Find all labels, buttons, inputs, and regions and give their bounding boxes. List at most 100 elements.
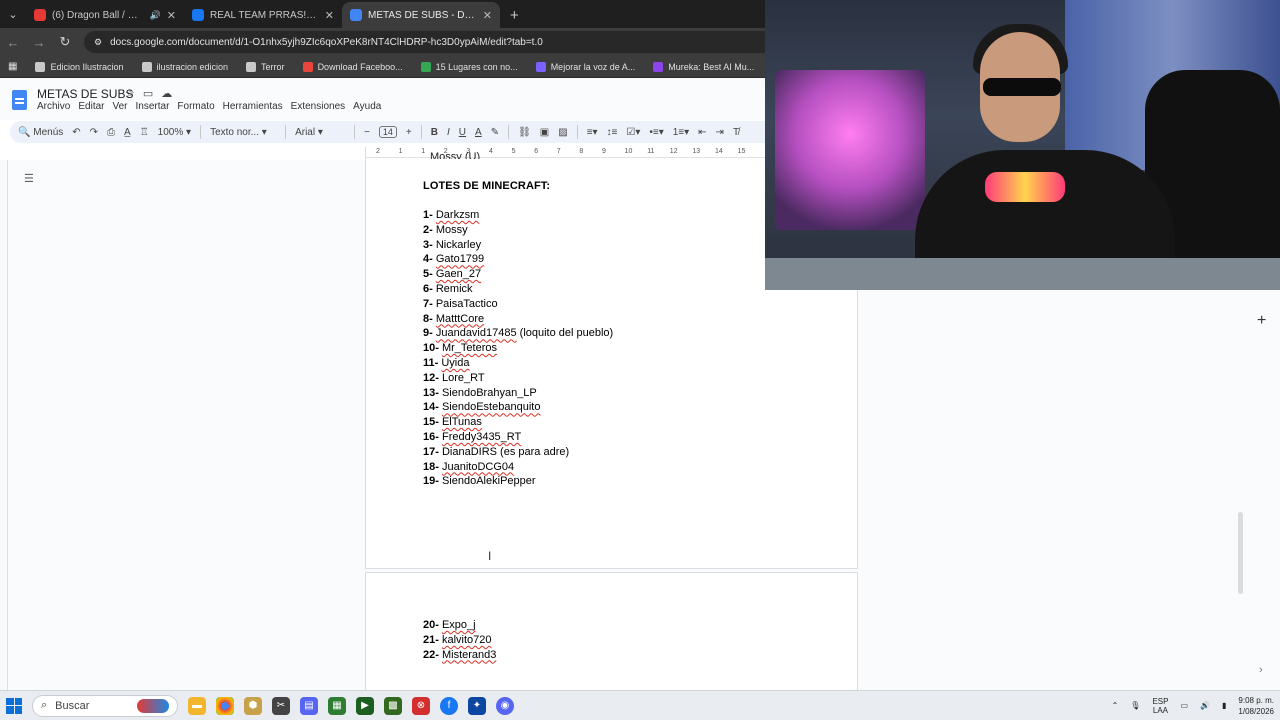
list-item[interactable]: 18- JuanitoDCG04 [423, 461, 514, 473]
chevron-right-icon[interactable]: › [1259, 664, 1263, 676]
menu-insertar[interactable]: Insertar [136, 101, 170, 112]
menu-formato[interactable]: Formato [177, 101, 214, 112]
menu-ayuda[interactable]: Ayuda [353, 101, 381, 112]
list-item[interactable]: 8- MatttCore [423, 313, 484, 325]
docs-logo-icon[interactable] [12, 90, 27, 110]
minecraft-icon[interactable]: ▩ [384, 696, 402, 715]
list-item[interactable]: 22- Misterand3 [423, 649, 496, 661]
menus-search-button[interactable]: 🔍 Menús [18, 127, 63, 138]
back-icon[interactable]: ← [6, 35, 20, 50]
text-color-icon[interactable]: A [475, 127, 482, 138]
list-item[interactable]: 10- Mr_Teteros [423, 342, 497, 354]
battery-icon[interactable]: ▮ [1222, 701, 1226, 710]
increase-font-size-icon[interactable]: + [406, 127, 412, 138]
menu-extensiones[interactable]: Extensiones [291, 101, 345, 112]
star-icon[interactable]: ☆ [125, 87, 135, 100]
list-item[interactable]: 19- SiendoAlekiPepper [423, 475, 536, 487]
bulleted-list-icon[interactable]: •≡▾ [649, 127, 663, 138]
horizontal-ruler[interactable]: 2 1 1 2 3 4 5 6 7 8 9 10 11 12 13 14 15 [366, 147, 766, 158]
list-item[interactable]: 4- Gato1799 [423, 253, 484, 265]
numbered-list-icon[interactable]: 1≡▾ [673, 127, 689, 138]
list-item[interactable]: 20- Expo_j [423, 619, 476, 631]
close-tab-icon[interactable]: ✕ [483, 9, 492, 22]
chrome-icon[interactable] [216, 696, 234, 715]
menu-herramientas[interactable]: Herramientas [223, 101, 283, 112]
menu-archivo[interactable]: Archivo [37, 101, 70, 112]
forward-icon[interactable]: → [32, 35, 46, 50]
font-select[interactable]: Arial ▾ [295, 127, 345, 138]
insert-image-icon[interactable]: ▨ [558, 127, 567, 138]
network-icon[interactable]: ▭ [1180, 701, 1188, 710]
list-item[interactable]: 13- SiendoBrahyan_LP [423, 387, 537, 399]
bold-icon[interactable]: B [431, 127, 438, 138]
language-indicator[interactable]: ESP LAA [1152, 697, 1168, 715]
list-item[interactable]: 6- Remick [423, 283, 473, 295]
list-item[interactable]: 17- DianaDIRS (es para adre) [423, 446, 569, 458]
bookmark-item[interactable]: Download Faceboo... [302, 61, 403, 72]
browser-tab[interactable]: REAL TEAM PRRAS! | Facebook ✕ [184, 2, 342, 28]
tray-chevron-icon[interactable]: ⌃ [1112, 701, 1119, 710]
align-icon[interactable]: ≡▾ [587, 127, 598, 138]
list-item[interactable]: 5- Gaen_27 [423, 268, 481, 280]
bookmark-item[interactable]: Edicion Ilustracion [35, 61, 124, 72]
line-spacing-icon[interactable]: ↕≡ [607, 127, 618, 138]
vertical-scrollbar[interactable] [1238, 512, 1243, 594]
list-item[interactable]: 9- Juandavid17485 (loquito del pueblo) [423, 327, 613, 339]
move-folder-icon[interactable]: ▭ [143, 87, 153, 100]
list-item[interactable]: 3- Nickarley [423, 239, 481, 251]
bookmark-item[interactable]: Terror [246, 61, 285, 72]
list-item[interactable]: 2- Mossy [423, 224, 468, 236]
app-calculator-icon[interactable]: ▦ [328, 696, 346, 715]
bookmark-item[interactable]: Mureka: Best AI Mu... [653, 61, 754, 72]
volume-icon[interactable]: 🔊 [1200, 701, 1210, 710]
decrease-indent-icon[interactable]: ⇤ [698, 127, 706, 138]
paint-format-icon[interactable]: ♖ [140, 127, 149, 138]
bookmark-item[interactable]: ilustracion edicion [141, 61, 228, 72]
list-item[interactable]: 12- Lore_RT [423, 372, 485, 384]
clear-formatting-icon[interactable]: T̸ [733, 127, 739, 138]
underline-icon[interactable]: U [459, 127, 466, 138]
bookmark-item[interactable]: 15 Lugares con no... [420, 61, 518, 72]
add-icon[interactable]: + [1257, 312, 1266, 330]
font-size-input[interactable]: 14 [378, 126, 397, 138]
italic-icon[interactable]: I [447, 127, 450, 138]
list-item[interactable]: 14- SiendoEstebanquito [423, 401, 540, 413]
file-explorer-icon[interactable]: ▬ [188, 696, 206, 715]
menu-editar[interactable]: Editar [78, 101, 104, 112]
undo-icon[interactable]: ↶ [72, 127, 80, 138]
site-info-icon[interactable]: ⚙ [94, 37, 102, 48]
document-title[interactable]: METAS DE SUBS [37, 87, 133, 101]
close-tab-icon[interactable]: ✕ [325, 9, 334, 22]
close-tab-icon[interactable]: ✕ [167, 9, 176, 22]
app-red-icon[interactable]: ⊗ [412, 696, 430, 715]
app-notepad-icon[interactable]: ▤ [300, 696, 318, 715]
app-play-icon[interactable]: ▶ [356, 696, 374, 715]
decrease-font-size-icon[interactable]: − [364, 127, 370, 138]
zoom-select[interactable]: 100% ▾ [158, 127, 191, 138]
taskbar-search[interactable]: ⌕ Buscar [32, 694, 178, 717]
spellcheck-icon[interactable]: A̲ [124, 127, 131, 138]
cloud-status-icon[interactable]: ☁ [161, 87, 172, 100]
clock[interactable]: 9:08 p. m. 1/08/2026 [1238, 695, 1274, 717]
list-item[interactable]: 15- ElTunas [423, 416, 482, 428]
facebook-icon[interactable]: f [440, 696, 458, 715]
style-select[interactable]: Texto nor... ▾ [210, 127, 276, 138]
insert-link-icon[interactable]: ⛓ [518, 127, 531, 138]
add-comment-icon[interactable]: ▣ [540, 127, 549, 138]
list-item[interactable]: 21- kalvito720 [423, 634, 492, 646]
browser-tab[interactable]: METAS DE SUBS - Documentos ✕ [342, 2, 500, 28]
list-item[interactable]: 1- Darkzsm [423, 209, 479, 221]
new-tab-icon[interactable]: + [500, 2, 529, 28]
app-capcut-icon[interactable]: ✂ [272, 696, 290, 715]
discord-icon[interactable]: ◉ [496, 696, 514, 715]
list-item[interactable]: 11- Uyida [423, 357, 469, 369]
redo-icon[interactable]: ↷ [90, 127, 98, 138]
microphone-icon[interactable]: 🎙 [1130, 701, 1140, 710]
list-item[interactable]: 16- Freddy3435_RT [423, 431, 521, 443]
increase-indent-icon[interactable]: ⇥ [716, 127, 724, 138]
speaker-icon[interactable]: 🔊 [150, 10, 161, 21]
document-outline-icon[interactable]: ☰ [24, 172, 34, 185]
highlight-icon[interactable]: ✎ [491, 127, 499, 138]
app-hexagon-icon[interactable]: ⬢ [244, 696, 262, 715]
tab-search-icon[interactable]: ⌄ [0, 0, 26, 28]
